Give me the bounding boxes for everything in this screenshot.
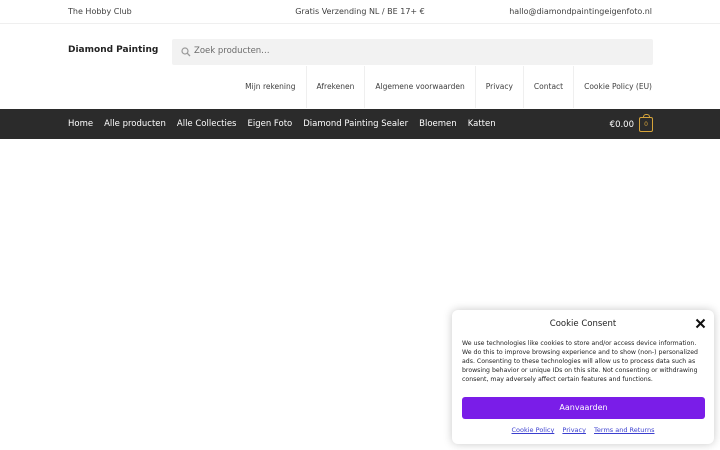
search-placeholder: Zoek producten… — [194, 46, 270, 56]
secnav-item-cookie-policy[interactable]: Cookie Policy (EU) — [573, 66, 652, 108]
secnav-item-mijn-rekening[interactable]: Mijn rekening — [235, 66, 305, 108]
consent-title: Cookie Consent — [549, 319, 617, 329]
secnav-item-privacy[interactable]: Privacy — [474, 66, 523, 108]
top-divider — [0, 23, 720, 24]
search-input[interactable]: Zoek producten… — [172, 39, 653, 65]
nav-item-bloemen[interactable]: Bloemen — [419, 119, 457, 129]
nav-item-katten[interactable]: Katten — [468, 119, 496, 129]
cart-total: €0.00 — [609, 119, 634, 130]
nav-item-sealer[interactable]: Diamond Painting Sealer — [303, 119, 408, 129]
consent-links: Cookie Policy Privacy Terms and Returns — [452, 426, 714, 434]
consent-body: We use technologies like cookies to stor… — [462, 340, 698, 384]
contact-email[interactable]: hallo@diamondpaintingeigenfoto.nl — [509, 7, 652, 16]
store-name: The Hobby Club — [68, 7, 132, 16]
secondary-nav: Mijn rekening Afrekenen Algemene voorwaa… — [235, 66, 652, 108]
nav-item-home[interactable]: Home — [68, 119, 93, 129]
site-logo[interactable]: Diamond Painting — [68, 45, 158, 55]
secnav-item-afrekenen[interactable]: Afrekenen — [305, 66, 365, 108]
main-nav: Home Alle producten Alle Collecties Eige… — [0, 109, 720, 139]
cookie-policy-link[interactable]: Cookie Policy — [512, 426, 555, 434]
close-icon[interactable] — [695, 318, 706, 329]
secnav-item-contact[interactable]: Contact — [522, 66, 573, 108]
terms-link[interactable]: Terms and Returns — [594, 426, 654, 434]
cart-button[interactable]: €0.00 0 — [609, 114, 653, 132]
search-icon — [181, 47, 191, 57]
accept-button[interactable]: Aanvaarden — [462, 397, 705, 419]
secnav-item-algemene-voorwaarden[interactable]: Algemene voorwaarden — [364, 66, 474, 108]
nav-item-alle-producten[interactable]: Alle producten — [104, 119, 166, 129]
privacy-link[interactable]: Privacy — [562, 426, 586, 434]
cart-icon: 0 — [639, 114, 653, 132]
top-bar: Gratis Verzending NL / BE 17+ € The Hobb… — [0, 0, 720, 24]
cookie-consent-dialog: Cookie Consent We use technologies like … — [452, 310, 714, 444]
nav-item-eigen-foto[interactable]: Eigen Foto — [247, 119, 292, 129]
nav-item-alle-collecties[interactable]: Alle Collecties — [177, 119, 237, 129]
